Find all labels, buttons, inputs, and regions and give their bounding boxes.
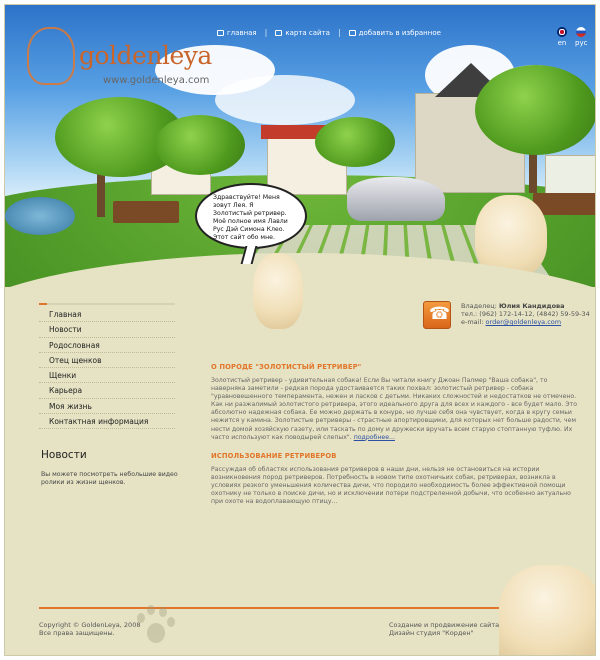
dog-logo-icon	[27, 27, 75, 85]
usage-section-title: ИСПОЛЬЗОВАНИЕ РЕТРИВЕРОВ	[211, 451, 337, 460]
favorites-icon	[348, 29, 356, 36]
phone-number: (962) 172-14-12, (4842) 59-59-34	[479, 310, 590, 318]
topnav-home-label: главная	[227, 28, 257, 37]
menu-top-divider	[39, 303, 175, 305]
menu-item-home[interactable]: Главная	[39, 307, 175, 323]
bench-right	[533, 193, 595, 215]
site-logo[interactable]: goldenleya www.goldenleya.com	[19, 23, 212, 93]
footer-credits: Создание и продвижение сайта - Дизайн ст…	[389, 621, 504, 637]
breed-section-title: О ПОРОДЕ "ЗОЛОТИСТЫЙ РЕТРИВЕР"	[211, 363, 362, 371]
owner-label: Владелец:	[461, 302, 497, 310]
topnav-sitemap-link[interactable]: карта сайта	[275, 29, 330, 37]
email-label: e-mail:	[461, 318, 484, 326]
page: goldenleya www.goldenleya.com главная | …	[4, 4, 596, 656]
menu-item-puppies[interactable]: Щенки	[39, 368, 175, 384]
pond	[5, 197, 75, 235]
nav-separator: |	[264, 28, 268, 37]
header-banner: goldenleya www.goldenleya.com главная | …	[5, 5, 595, 287]
usage-section-text: Рассуждая об областях использования ретр…	[211, 465, 571, 506]
breed-section-body: Золотистый ретривер - удивительная собак…	[211, 377, 578, 441]
language-en-label: en	[557, 39, 567, 47]
main-menu: Главная Новости Родословная Отец щенков …	[39, 303, 175, 430]
owner-name: Юлия Кандидова	[498, 302, 565, 310]
gazebo	[545, 155, 595, 195]
topnav-home-link[interactable]: главная	[217, 29, 257, 37]
footer-copyright: Copyright © GoldenLeya, 2008 Все права з…	[39, 621, 140, 637]
tree-right	[475, 65, 595, 155]
owner-line: Владелец: Юлия Кандидова	[461, 302, 590, 310]
topnav-favorites-label: добавить в избранное	[358, 28, 441, 37]
main-content: О ПОРОДЕ "ЗОЛОТИСТЫЙ РЕТРИВЕР" Золотисты…	[211, 363, 581, 516]
menu-item-news[interactable]: Новости	[39, 322, 175, 338]
rights-text: Все права защищены.	[39, 629, 115, 637]
menu-item-career[interactable]: Карьера	[39, 383, 175, 399]
home-icon	[217, 29, 224, 36]
bench-left	[113, 201, 179, 223]
phone-line: тел.: (962) 172-14-12, (4842) 59-59-34	[461, 310, 590, 318]
breed-section-text: Золотистый ретривер - удивительная собак…	[211, 377, 581, 442]
logo-text: goldenleya	[79, 41, 212, 70]
footer-divider	[39, 607, 509, 609]
russia-flag-icon	[576, 27, 587, 37]
news-heading: Новости	[41, 449, 87, 461]
sitemap-icon	[275, 29, 283, 36]
nav-separator: |	[337, 28, 341, 37]
menu-item-contacts[interactable]: Контактная информация	[39, 414, 175, 430]
contact-info: Владелец: Юлия Кандидова тел.: (962) 172…	[461, 302, 590, 326]
phone-icon	[423, 301, 451, 329]
golden-retriever-portrait	[499, 565, 595, 655]
tree-middle	[315, 117, 395, 167]
news-text: Вы можете посмотреть небольшие видео рол…	[41, 471, 178, 486]
speech-bubble: Здравствуйте! Меня зовут Лея. Я Золотист…	[195, 183, 307, 249]
topnav-sitemap-label: карта сайта	[285, 28, 330, 37]
cloud	[215, 75, 355, 125]
top-navigation: главная | карта сайта | добавить в избра…	[217, 28, 441, 37]
logo-url: www.goldenleya.com	[103, 75, 210, 86]
language-en[interactable]: en	[557, 27, 567, 47]
read-more-link[interactable]: подробнее...	[354, 434, 395, 441]
language-ru-label: рус	[575, 39, 588, 47]
tree-left-small	[155, 115, 245, 175]
menu-item-pedigree[interactable]: Родословная	[39, 338, 175, 353]
topnav-favorites-link[interactable]: добавить в избранное	[348, 28, 441, 37]
menu-item-my-life[interactable]: Моя жизнь	[39, 399, 175, 415]
studio-link[interactable]: Дизайн студия "Корден"	[389, 629, 504, 637]
copyright-text: Copyright © GoldenLeya, 2008	[39, 621, 141, 629]
uk-flag-icon	[557, 27, 567, 37]
car	[347, 177, 445, 221]
phone-label: тел.:	[461, 310, 478, 318]
language-ru[interactable]: рус	[575, 27, 587, 47]
puppy-image	[253, 253, 303, 329]
email-line: e-mail: order@goldenleya.com	[461, 318, 590, 326]
studio-line-1: Создание и продвижение сайта -	[389, 621, 504, 629]
email-link[interactable]: order@goldenleya.com	[486, 318, 562, 326]
menu-item-sire[interactable]: Отец щенков	[39, 353, 175, 369]
